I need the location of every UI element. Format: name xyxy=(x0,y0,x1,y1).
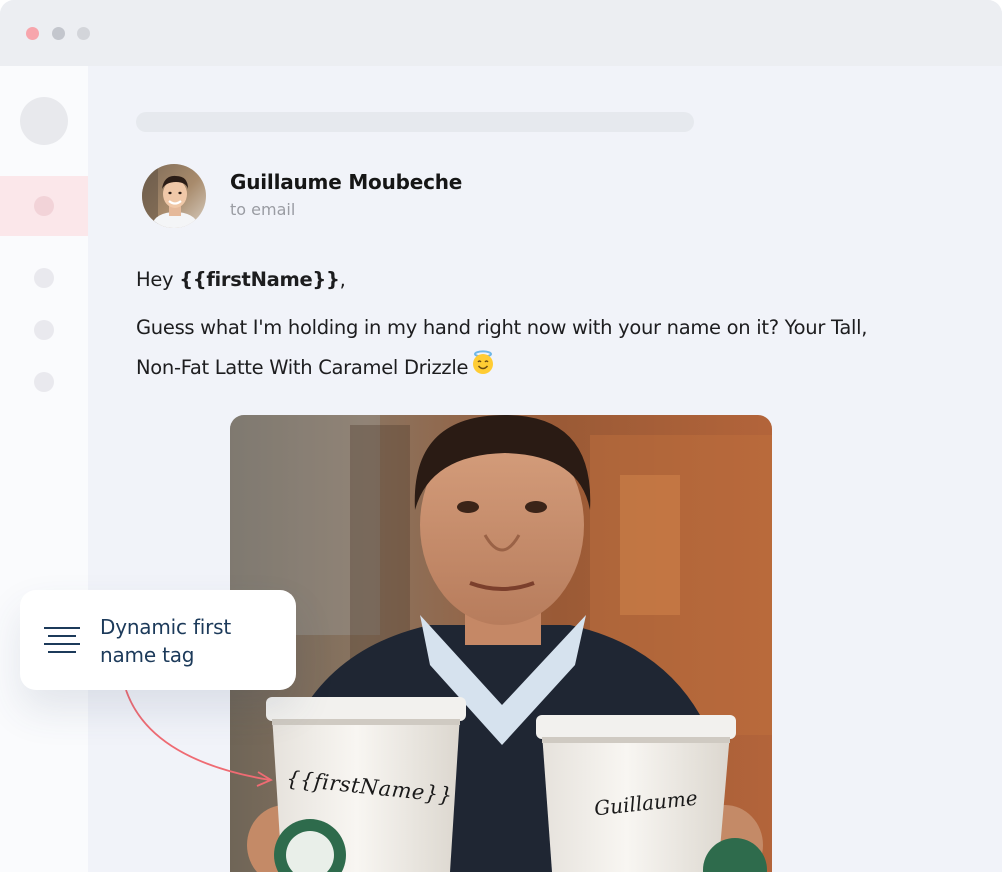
dynamic-tag-tooltip: Dynamic first name tag xyxy=(20,590,296,690)
minimize-window-button[interactable] xyxy=(52,27,65,40)
body-line-2-wrap: Non-Fat Latte With Caramel Drizzle xyxy=(136,348,867,389)
sender-name: Guillaume Moubeche xyxy=(230,170,463,194)
body-line-2: Non-Fat Latte With Caramel Drizzle xyxy=(136,356,469,379)
smiling-face-with-halo-icon xyxy=(470,349,496,389)
body-line-1: Guess what I'm holding in my hand right … xyxy=(136,316,868,339)
sidebar-item-active-icon xyxy=(34,196,54,216)
sidebar-profile-avatar[interactable] xyxy=(20,97,68,145)
text-lines-icon xyxy=(44,626,80,658)
close-window-button[interactable] xyxy=(26,27,39,40)
pointer-arrow xyxy=(125,689,273,787)
sidebar-item-active[interactable] xyxy=(0,176,88,236)
sidebar-item[interactable] xyxy=(34,320,54,340)
sidebar-item[interactable] xyxy=(34,268,54,288)
first-name-tag: {{firstName}} xyxy=(179,268,340,291)
email-client-window: Guillaume Moubeche to email Hey {{firstN… xyxy=(0,0,1002,872)
zoom-window-button[interactable] xyxy=(77,27,90,40)
sidebar xyxy=(0,66,88,872)
sidebar-item[interactable] xyxy=(34,372,54,392)
tooltip-line-2: name tag xyxy=(100,643,195,667)
greeting-prefix: Hey xyxy=(136,268,180,291)
email-body: Guess what I'm holding in my hand right … xyxy=(136,308,867,389)
tooltip-line-1: Dynamic first xyxy=(100,615,232,639)
title-bar xyxy=(0,0,1002,66)
greeting-line: Hey {{firstName}}, xyxy=(136,260,346,300)
subject-placeholder-bar xyxy=(136,112,694,132)
tooltip-text: Dynamic first name tag xyxy=(100,613,280,669)
greeting-suffix: , xyxy=(339,268,346,291)
recipient-line: to email xyxy=(230,200,296,219)
sender-avatar xyxy=(142,164,206,228)
